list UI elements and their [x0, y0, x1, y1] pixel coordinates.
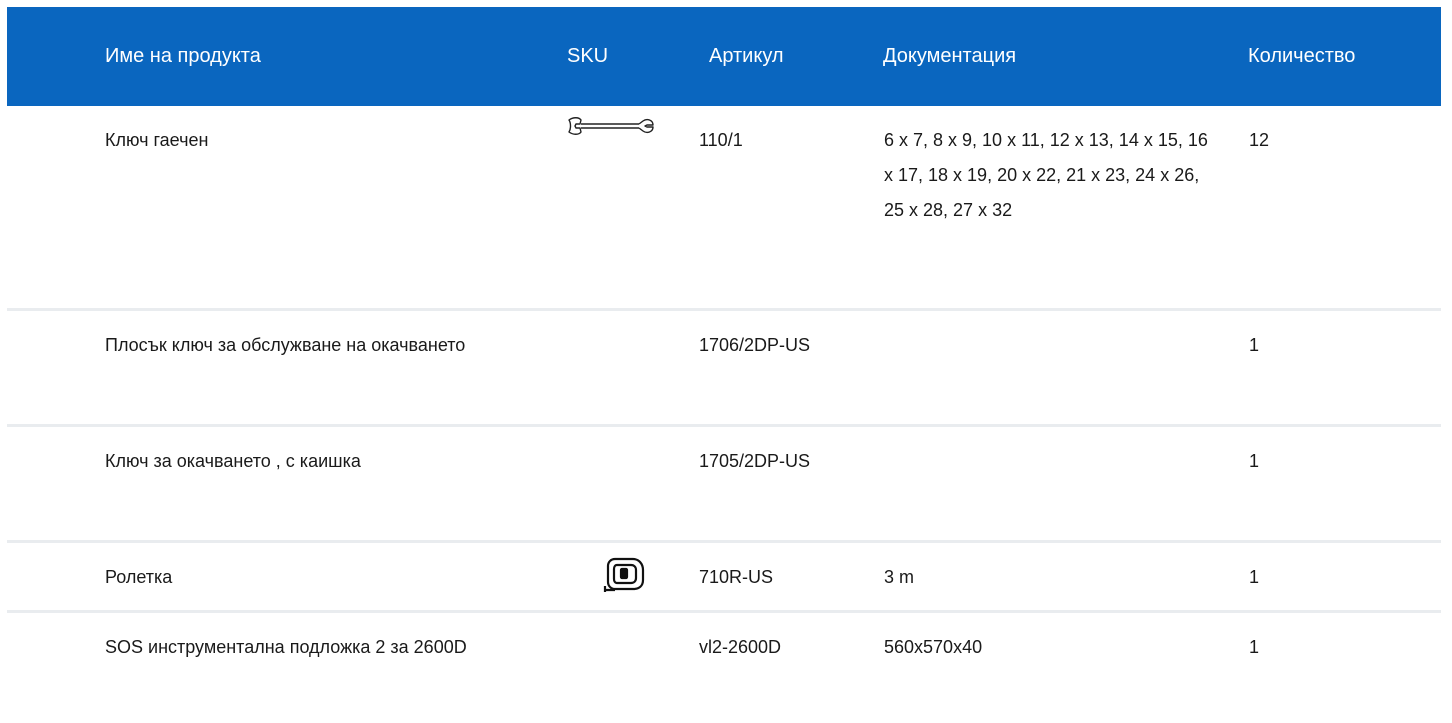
product-article: 1705/2DP-US: [699, 451, 811, 471]
products-table: Име на продукта SKU Артикул Документация…: [7, 7, 1441, 723]
table-row: SOS инструментална подложка 2 за 2600D v…: [7, 613, 1441, 723]
product-quantity: 1: [1249, 335, 1260, 355]
product-name: SOS инструментална подложка 2 за 2600D: [105, 637, 467, 657]
header-name: Име на продукта: [105, 45, 261, 67]
product-quantity: 12: [1249, 130, 1270, 150]
product-documentation: 560x570x40: [884, 637, 983, 657]
product-article: 1706/2DP-US: [699, 335, 811, 355]
header-documentation: Документация: [883, 45, 1017, 67]
table-row: Ключ гаечен 110/1 6 x 7, 8 x 9, 10 x 11,…: [7, 106, 1441, 311]
product-name: Ролетка: [105, 567, 173, 587]
product-name: Ключ за окачването , с каишка: [105, 451, 361, 471]
product-documentation: 3 m: [884, 567, 915, 587]
product-quantity: 1: [1249, 637, 1260, 657]
header-quantity: Количество: [1248, 45, 1356, 67]
header-sku: SKU: [567, 45, 609, 67]
product-quantity: 1: [1249, 451, 1260, 471]
product-documentation: 6 x 7, 8 x 9, 10 x 11, 12 x 13, 14 x 15,…: [884, 130, 1208, 220]
product-article: 110/1: [699, 130, 743, 150]
table-row: Плосък ключ за обслужване на окачването …: [7, 311, 1441, 427]
wrench-icon: [567, 115, 687, 141]
table-row: Ключ за окачването , с каишка 1705/2DP-U…: [7, 427, 1441, 543]
product-article: 710R-US: [699, 567, 774, 587]
product-name: Ключ гаечен: [105, 130, 209, 150]
table-row: Ролетка 710R-US 3 m 1: [7, 543, 1441, 613]
product-article: vl2-2600D: [699, 637, 782, 657]
table-header: Име на продукта SKU Артикул Документация…: [7, 7, 1441, 106]
product-name: Плосък ключ за обслужване на окачването: [105, 335, 466, 355]
header-article: Артикул: [709, 45, 784, 67]
product-quantity: 1: [1249, 567, 1260, 587]
